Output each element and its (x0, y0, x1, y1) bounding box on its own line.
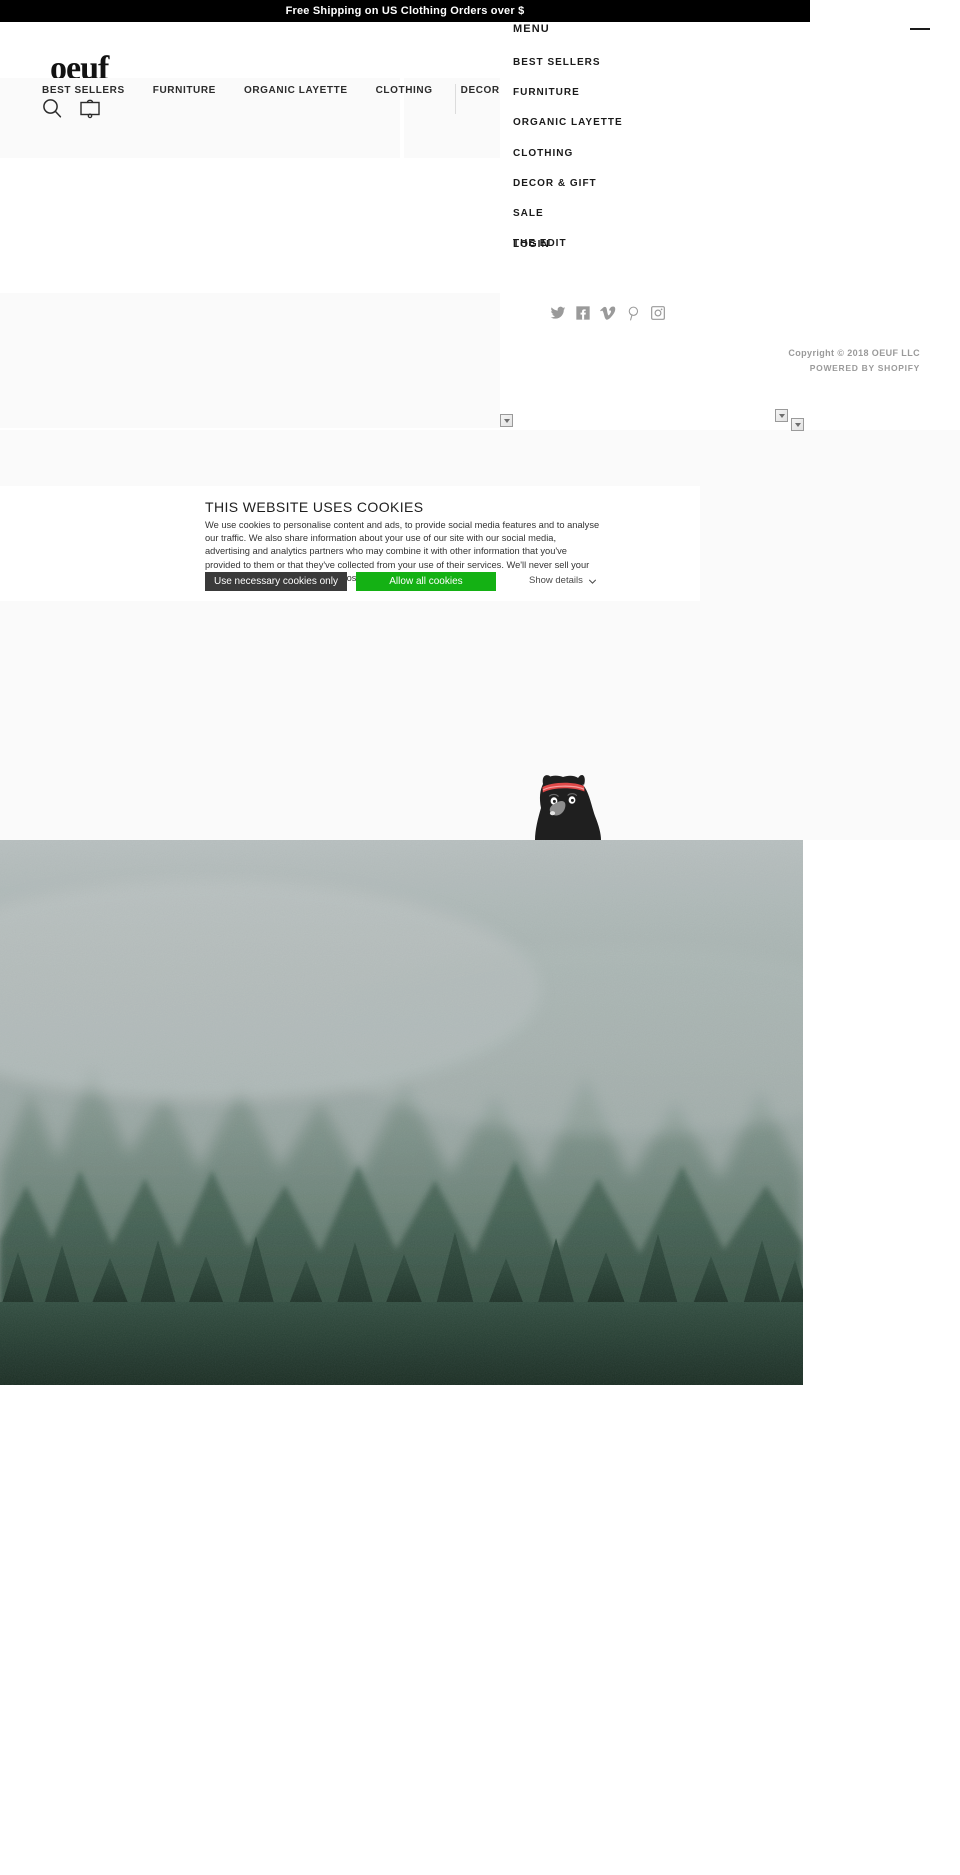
allow-all-cookies-button[interactable]: Allow all cookies (355, 572, 496, 591)
menu-item: ORGANIC LAYETTE (513, 112, 813, 130)
menu-item-organic-layette[interactable]: ORGANIC LAYETTE (513, 117, 623, 128)
resize-handle-right-upper[interactable] (775, 409, 788, 422)
nav-divider (455, 84, 456, 114)
copyright-text: Copyright © 2018 OEUF LLC (788, 348, 920, 358)
menu-item: SALE (513, 203, 813, 221)
twitter-icon[interactable] (550, 305, 566, 321)
menu-item-login[interactable]: LOGIN (513, 239, 550, 250)
menu-item: BEST SELLERS (513, 52, 813, 70)
pinterest-icon[interactable] (625, 305, 641, 321)
instagram-icon[interactable] (650, 305, 666, 321)
menu-item: DECOR & GIFT (513, 173, 813, 191)
announcement-text: Free Shipping on US Clothing Orders over… (285, 5, 525, 17)
social-links (550, 305, 666, 321)
powered-by-text: POWERED BY SHOPIFY (809, 363, 920, 373)
content-block-upper (0, 293, 500, 428)
menu-heading: MENU (513, 23, 550, 35)
menu-item-list: BEST SELLERS FURNITURE ORGANIC LAYETTE C… (513, 52, 813, 263)
resize-handle-left[interactable] (500, 414, 513, 427)
cookie-dialog-title: THIS WEBSITE USES COOKIES (205, 499, 424, 515)
resize-handle-right-lower[interactable] (791, 418, 804, 431)
header-icon-group (40, 96, 102, 120)
menu-item-clothing[interactable]: CLOTHING (513, 148, 573, 159)
nav-item-organic-layette[interactable]: ORGANIC LAYETTE (230, 85, 362, 96)
show-details-toggle[interactable]: Show details (529, 575, 596, 586)
page-bottom-whitespace (0, 1385, 960, 1875)
menu-item-furniture[interactable]: FURNITURE (513, 87, 580, 98)
facebook-icon[interactable] (575, 305, 591, 321)
search-icon[interactable] (40, 96, 64, 120)
nav-item-best-sellers[interactable]: BEST SELLERS (0, 85, 139, 96)
menu-item-best-sellers[interactable]: BEST SELLERS (513, 57, 601, 68)
use-necessary-cookies-button[interactable]: Use necessary cookies only (205, 572, 347, 591)
misty-forest-photo (0, 840, 803, 1385)
menu-item: CLOTHING (513, 143, 813, 161)
chevron-down-icon (588, 577, 596, 585)
menu-item: THE EDIT (513, 233, 813, 251)
nav-item-furniture[interactable]: FURNITURE (139, 85, 230, 96)
show-details-label: Show details (529, 575, 583, 586)
bear-mascot-icon (529, 766, 609, 840)
close-minus-icon[interactable] (910, 28, 930, 30)
announcement-bar: Free Shipping on US Clothing Orders over… (0, 0, 810, 22)
cookie-consent-dialog: THIS WEBSITE USES COOKIES We use cookies… (0, 486, 700, 601)
cart-icon[interactable] (78, 96, 102, 120)
vimeo-icon[interactable] (600, 305, 616, 321)
nav-item-clothing[interactable]: CLOTHING (362, 85, 447, 96)
menu-item-sale[interactable]: SALE (513, 208, 544, 219)
content-block-lower (0, 600, 960, 840)
cookie-dialog-actions: Use necessary cookies only Allow all coo… (205, 572, 496, 591)
menu-flyout-panel: MENU BEST SELLERS FURNITURE ORGANIC LAYE… (500, 22, 960, 422)
menu-item-decor-gift[interactable]: DECOR & GIFT (513, 178, 597, 189)
menu-item: FURNITURE (513, 82, 813, 100)
